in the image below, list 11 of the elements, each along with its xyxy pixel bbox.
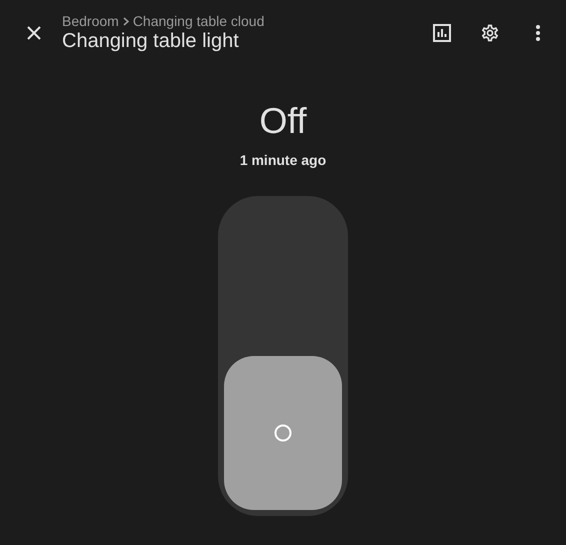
chart-icon: [433, 24, 451, 42]
settings-icon: [480, 23, 500, 43]
close-icon: [26, 25, 42, 41]
chevron-icon: [122, 16, 129, 26]
breadcrumb-item: Bedroom: [62, 13, 119, 29]
more-icon: [536, 25, 540, 41]
dialog-title: Changing table light: [62, 30, 240, 53]
state-label: Off: [259, 100, 307, 142]
light-toggle[interactable]: [218, 196, 348, 516]
last-changed-label: 1 minute ago: [240, 152, 326, 168]
breadcrumb-item: Changing table cloud: [132, 13, 264, 29]
